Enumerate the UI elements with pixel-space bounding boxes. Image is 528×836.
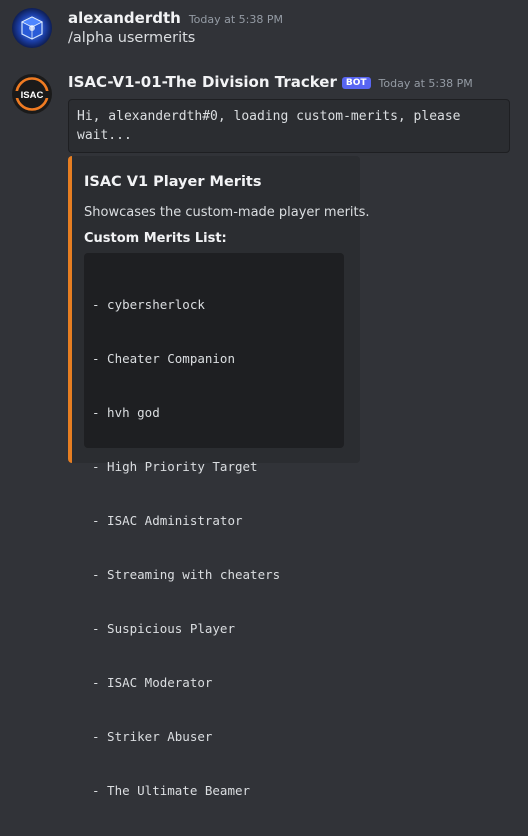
merits-list-codeblock: - cybersherlock - Cheater Companion - hv… [84, 253, 344, 798]
message-content: /alpha usermerits [68, 30, 196, 46]
embed-field-name: Custom Merits List: [84, 231, 227, 246]
merit-item: - hvh god [92, 405, 160, 420]
username[interactable]: ISAC-V1-01-The Division Tracker [68, 73, 337, 91]
timestamp[interactable]: Today at 5:38 PM [189, 13, 283, 26]
merits-embed: ISAC V1 Player Merits Showcases the cust… [68, 156, 370, 798]
embed-title: ISAC V1 Player Merits [84, 174, 262, 190]
merit-item: - Cheater Companion [92, 351, 235, 366]
avatar-text: ISAC [21, 90, 44, 101]
embed-description: Showcases the custom-made player merits. [84, 205, 370, 220]
message-user-command: alexanderdth Today at 5:38 PM /alpha use… [0, 0, 528, 60]
message-header: ISAC-V1-01-The Division Tracker BOT Toda… [68, 73, 473, 93]
merit-item: - The Ultimate Beamer [92, 783, 251, 798]
merit-item: - Suspicious Player [92, 621, 235, 636]
message-header: alexanderdth Today at 5:38 PM [68, 9, 283, 29]
merit-item: - Striker Abuser [92, 729, 213, 744]
blue-cube-avatar-icon [12, 8, 52, 48]
user-avatar[interactable] [12, 8, 52, 48]
isac-logo-avatar-icon: ISAC [12, 74, 52, 114]
bot-badge: BOT [341, 77, 371, 89]
merit-item: - High Priority Target [92, 459, 258, 474]
timestamp[interactable]: Today at 5:38 PM [379, 77, 473, 90]
merit-item: - cybersherlock [92, 297, 205, 312]
merit-item: - ISAC Administrator [92, 513, 243, 528]
merit-item: - Streaming with cheaters [92, 567, 281, 582]
merit-item: - ISAC Moderator [92, 675, 213, 690]
username[interactable]: alexanderdth [68, 9, 181, 27]
bot-avatar[interactable]: ISAC [12, 74, 52, 114]
message-codeblock: Hi, alexanderdth#0, loading custom-merit… [68, 99, 510, 153]
